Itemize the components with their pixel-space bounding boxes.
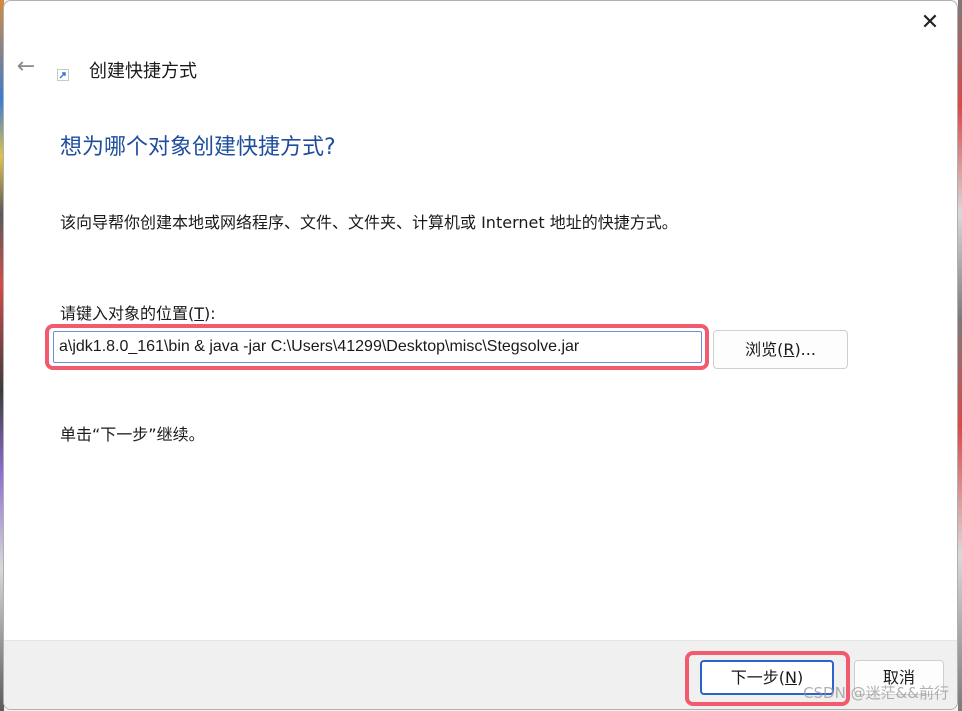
create-shortcut-dialog: ✕ ← 创建快捷方式 想为哪个对象创建快捷方式? 该向导帮你创建本地或网络程序、… — [3, 0, 958, 710]
page-heading: 想为哪个对象创建快捷方式? — [60, 135, 336, 160]
back-arrow-icon[interactable]: ← — [14, 55, 38, 79]
location-field-label: 请键入对象的位置(T): — [60, 300, 216, 324]
shortcut-icon — [57, 69, 69, 81]
location-label-prefix: 请键入对象的位置( — [60, 304, 195, 323]
wizard-title: 创建快捷方式 — [89, 61, 197, 82]
close-icon[interactable]: ✕ — [915, 9, 945, 39]
continue-hint: 单击“下一步”继续。 — [60, 425, 205, 444]
browse-label-accesskey: R — [783, 340, 795, 359]
watermark: CSDN @迷茫&&前行 — [803, 684, 949, 702]
location-input[interactable] — [53, 331, 702, 363]
next-label-prefix: 下一步( — [730, 668, 786, 687]
location-label-accesskey: T — [194, 304, 205, 323]
desktop-background-right — [958, 0, 962, 711]
wizard-description: 该向导帮你创建本地或网络程序、文件、文件夹、计算机或 Internet 地址的快… — [60, 213, 678, 232]
browse-label-suffix: )... — [794, 340, 816, 359]
browse-button[interactable]: 浏览(R)... — [713, 330, 848, 369]
next-label-accesskey: N — [785, 668, 797, 687]
location-label-suffix: ): — [204, 304, 216, 323]
browse-label-prefix: 浏览( — [745, 340, 784, 359]
